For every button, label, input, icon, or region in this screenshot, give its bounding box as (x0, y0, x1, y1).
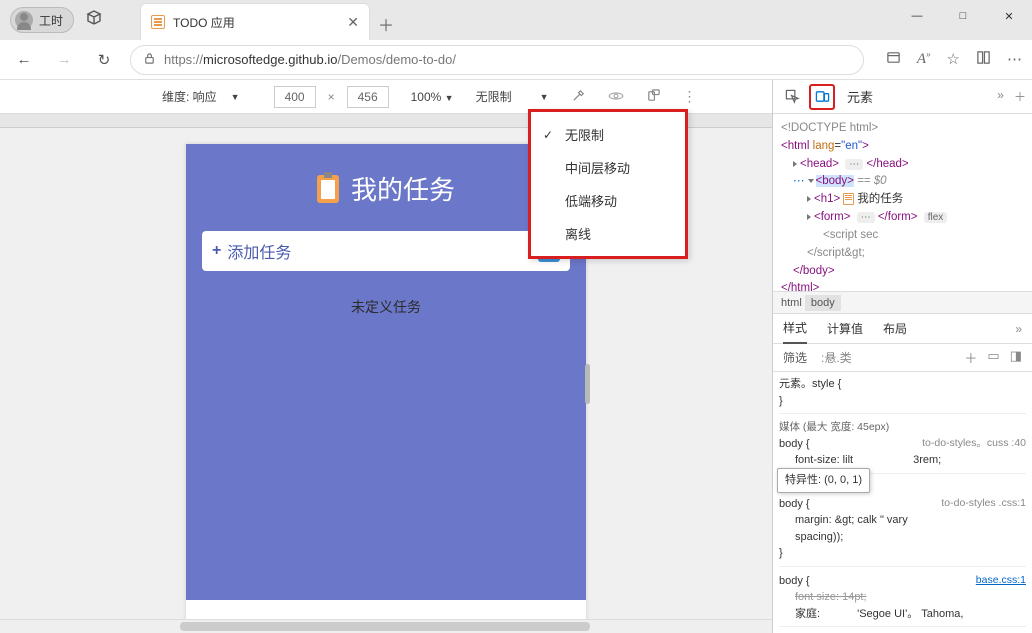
crumb-body[interactable]: body (805, 295, 841, 311)
device-toggle-icon[interactable] (809, 84, 835, 110)
inspect-element-icon[interactable] (779, 84, 805, 110)
width-input[interactable] (274, 86, 316, 108)
throttle-option-offline[interactable]: 离线 (531, 217, 685, 250)
height-input[interactable] (347, 86, 389, 108)
app-title: 我的任务 (202, 170, 570, 207)
tab-title: TODO 应用 (173, 14, 235, 31)
visibility-icon[interactable] (608, 89, 624, 105)
zoom-dropdown[interactable]: 100% ▼ (411, 90, 454, 104)
add-task-placeholder: 添加任务 (227, 239, 291, 263)
throttle-option-lowend[interactable]: 低端移动 (531, 184, 685, 217)
emulated-viewport: 无限制 中间层移动 低端移动 离线 我的任务 + 添加任务 (0, 114, 772, 633)
tab-computed[interactable]: 计算值 (827, 320, 863, 337)
plus-icon: + (212, 242, 221, 260)
styles-overflow-icon[interactable]: » (1015, 322, 1022, 336)
add-task-bar[interactable]: + 添加任务 ➜ (202, 231, 570, 271)
new-rule-icon[interactable]: ＋ (964, 348, 977, 367)
styles-filter-row: 筛选 :悬.类 ＋ ▭ ◨ (773, 344, 1032, 372)
tab-elements[interactable]: 元素 (839, 80, 881, 114)
todo-app: 我的任务 + 添加任务 ➜ 未定义任务 (186, 144, 586, 600)
window-titlebar: 工时 TODO 应用 ✕ ＋ — □ ✕ (0, 0, 1032, 40)
dom-html-close[interactable]: </html> (781, 280, 1024, 292)
tab-styles[interactable]: 样式 (783, 314, 807, 344)
window-close-button[interactable]: ✕ (986, 0, 1032, 32)
toggle-classes-icon[interactable]: ▭ (987, 348, 999, 367)
rule-element-style[interactable]: 元素。style { } (779, 376, 1026, 414)
window-maximize-button[interactable]: □ (940, 0, 986, 32)
breadcrumb[interactable]: html body (773, 292, 1032, 314)
settings-more-icon[interactable]: ⋯ (1007, 50, 1022, 69)
media-query: 媒体 (最大 宽度: 45epx) (779, 420, 1026, 436)
read-aloud-icon[interactable]: A» (917, 50, 931, 69)
devtools-tabstrip: 元素 » ＋ (773, 80, 1032, 114)
dom-html[interactable]: <html lang="en"> (781, 138, 1024, 156)
throttle-option-none[interactable]: 无限制 (531, 118, 685, 151)
throttle-option-midtier[interactable]: 中间层移动 (531, 151, 685, 184)
devtools-panel: 元素 » ＋ <!DOCTYPE html> <html lang="en"> … (773, 80, 1032, 633)
clipboard-icon (317, 175, 339, 203)
dom-script[interactable]: <script sec (781, 227, 1024, 245)
empty-state-label: 未定义任务 (202, 297, 570, 317)
profile-label: 工时 (39, 12, 63, 29)
specificity-tooltip: 特异性: (0, 0, 1) (777, 468, 870, 493)
tabs-overflow-icon[interactable]: » (997, 88, 1004, 105)
browser-tab[interactable]: TODO 应用 ✕ (140, 3, 370, 40)
dimensions-dropdown-icon[interactable]: ▼ (231, 92, 240, 102)
dom-body-close[interactable]: </body> (781, 263, 1024, 281)
url-field[interactable]: https://microsoftedge.github.io/Demos/de… (130, 45, 864, 75)
times-label: × (328, 90, 335, 104)
dom-body[interactable]: ⋯<body> == $0 (781, 173, 1024, 191)
rotate-icon[interactable] (646, 88, 661, 106)
device-emulation-pane: 维度: 响应 ▼ × 100% ▼ 无限制▼ ⋮ 无限制 中间层移动 低端移动 … (0, 80, 773, 633)
app-install-icon[interactable] (886, 50, 901, 69)
dom-form[interactable]: <form> ⋯ </form> flex (781, 209, 1024, 227)
back-button[interactable]: ← (10, 46, 38, 74)
profile-button[interactable]: 工时 (10, 7, 74, 33)
workspaces-icon[interactable] (86, 10, 102, 30)
crumb-html[interactable]: html (781, 297, 802, 309)
dom-head[interactable]: <head> ⋯ </head> (781, 156, 1024, 174)
rule-body-2[interactable]: to-do-styles .css:1 body { margin: &gt; … (779, 496, 1026, 567)
horizontal-scrollbar[interactable] (0, 619, 772, 633)
forward-button: → (50, 46, 78, 74)
computed-panel-icon[interactable]: ◨ (1010, 348, 1022, 367)
device-frame: 我的任务 + 添加任务 ➜ 未定义任务 (186, 144, 586, 633)
styles-tabstrip: 样式 计算值 布局 » (773, 314, 1032, 344)
page-favicon-icon (151, 15, 165, 29)
new-tab-icon[interactable]: ＋ (1014, 88, 1026, 105)
device-toolbar-more-icon[interactable]: ⋮ (683, 88, 697, 105)
styles-pane[interactable]: 元素。style { } 媒体 (最大 宽度: 45epx) to-do-sty… (773, 372, 1032, 633)
filter-input[interactable]: 筛选 (783, 349, 807, 366)
hov-button[interactable]: :悬.类 (821, 349, 852, 366)
throttle-dropdown[interactable]: 无限制▼ (476, 88, 549, 105)
dom-doctype[interactable]: <!DOCTYPE html> (781, 120, 1024, 138)
tab-close-button[interactable]: ✕ (347, 14, 359, 31)
favorites-icon[interactable]: ☆ (947, 50, 960, 69)
url-text: https://microsoftedge.github.io/Demos/de… (164, 52, 456, 67)
throttle-menu: 无限制 中间层移动 低端移动 离线 (528, 109, 688, 259)
tab-layout[interactable]: 布局 (883, 320, 907, 337)
rule-body-3[interactable]: base.css:1 body { font size: 14pt; 家庭: '… (779, 573, 1026, 628)
eyedropper-icon[interactable] (571, 88, 586, 106)
window-minimize-button[interactable]: — (894, 0, 940, 32)
dom-h1[interactable]: <h1>我的任务 (781, 191, 1024, 209)
lock-icon (143, 52, 156, 68)
dom-tree[interactable]: <!DOCTYPE html> <html lang="en"> <head> … (773, 114, 1032, 292)
dimensions-label[interactable]: 维度: 响应 (162, 88, 217, 105)
clipboard-mini-icon (843, 193, 854, 205)
address-bar: ← → ↻ https://microsoftedge.github.io/De… (0, 40, 1032, 80)
dom-script-close[interactable]: </script&gt; (781, 245, 1024, 263)
new-tab-button[interactable]: ＋ (378, 12, 394, 36)
avatar-icon (15, 11, 33, 29)
refresh-button[interactable]: ↻ (90, 46, 118, 74)
collections-icon[interactable] (976, 50, 991, 69)
viewport-resize-handle[interactable] (585, 364, 590, 404)
